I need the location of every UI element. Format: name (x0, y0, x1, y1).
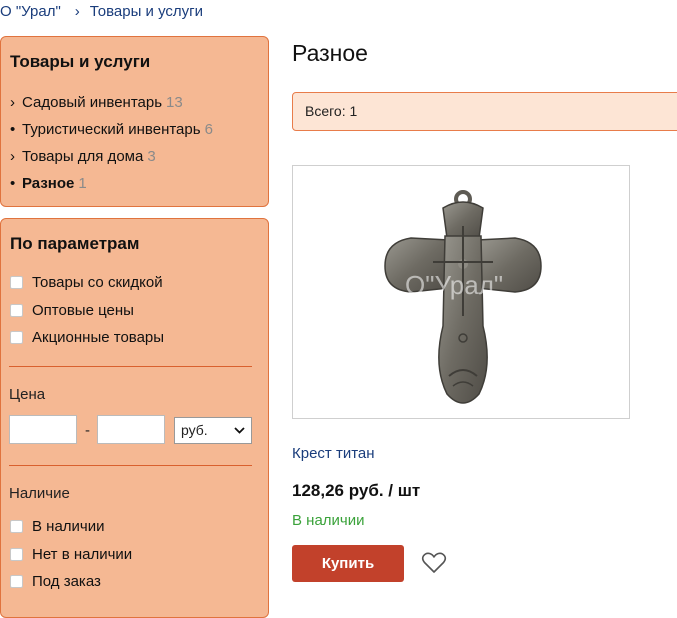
filters-title: По параметрам (10, 234, 140, 253)
breadcrumb-home-link[interactable]: О "Урал" (0, 3, 61, 20)
cross-pendant-image: О"Урал" (384, 190, 542, 404)
filter-out-of-stock[interactable]: Нет в наличии (10, 546, 132, 563)
category-item-garden[interactable]: › Садовый инвентарь 13 (10, 94, 183, 111)
filter-discount[interactable]: Товары со скидкой (10, 274, 163, 291)
stock-status: В наличии (292, 512, 365, 529)
checkbox[interactable] (10, 548, 23, 561)
currency-select[interactable]: руб. (174, 417, 252, 444)
category-label: Разное (22, 175, 75, 192)
price-label: Цена (9, 386, 46, 403)
breadcrumb-separator: › (74, 3, 80, 20)
bullet-icon: • (10, 175, 16, 192)
buy-button[interactable]: Купить (292, 545, 404, 582)
product-image[interactable]: О"Урал" (292, 165, 630, 419)
price-from-input[interactable] (9, 415, 77, 444)
price-to-input[interactable] (97, 415, 165, 444)
category-label: Садовый инвентарь (22, 94, 163, 111)
checkbox-label: Товары со скидкой (32, 274, 163, 291)
checkbox-label: Акционные товары (32, 329, 165, 346)
categories-title: Товары и услуги (10, 52, 151, 71)
filter-wholesale[interactable]: Оптовые цены (10, 302, 134, 319)
chevron-down-icon (234, 418, 245, 452)
checkbox-label: В наличии (32, 518, 105, 535)
category-count: 3 (147, 148, 156, 165)
filter-on-order[interactable]: Под заказ (10, 573, 101, 590)
checkbox-label: Нет в наличии (32, 546, 133, 563)
currency-value: руб. (181, 422, 208, 438)
filters-panel: По параметрам Товары со скидкой Оптовые … (0, 218, 269, 618)
page-title: Разное (292, 40, 368, 66)
checkbox[interactable] (10, 520, 23, 533)
checkbox[interactable] (10, 276, 23, 289)
category-item-tourist[interactable]: • Туристический инвентарь 6 (10, 121, 213, 138)
bullet-icon: • (10, 121, 16, 138)
image-watermark: О"Урал" (405, 270, 503, 300)
chevron-right-icon: › (10, 148, 15, 165)
category-count: 6 (204, 121, 213, 138)
divider (9, 465, 252, 466)
category-label: Товары для дома (22, 148, 144, 165)
divider (9, 366, 252, 367)
heart-icon[interactable] (421, 551, 447, 575)
breadcrumb-category-link[interactable]: Товары и услуги (90, 3, 203, 20)
checkbox[interactable] (10, 304, 23, 317)
category-label: Туристический инвентарь (22, 121, 201, 138)
category-item-misc[interactable]: • Разное 1 (10, 175, 87, 192)
chevron-right-icon: › (10, 94, 15, 111)
price-range-dash: - (85, 422, 90, 439)
breadcrumb: О "Урал" › Товары и услуги (0, 3, 203, 20)
checkbox-label: Оптовые цены (32, 302, 134, 319)
category-count: 1 (78, 175, 87, 192)
checkbox-label: Под заказ (32, 573, 101, 590)
checkbox[interactable] (10, 331, 23, 344)
checkbox[interactable] (10, 575, 23, 588)
filter-in-stock[interactable]: В наличии (10, 518, 105, 535)
category-count: 13 (166, 94, 183, 111)
availability-label: Наличие (9, 485, 70, 502)
category-item-home[interactable]: › Товары для дома 3 (10, 148, 156, 165)
total-count: Всего: 1 (305, 103, 358, 119)
filter-promo[interactable]: Акционные товары (10, 329, 164, 346)
product-price: 128,26 руб. / шт (292, 481, 421, 500)
total-count-bar: Всего: 1 (292, 92, 677, 131)
categories-panel: Товары и услуги › Садовый инвентарь 13 • Ту… (0, 36, 269, 207)
product-name-link[interactable]: Крест титан (292, 445, 375, 462)
